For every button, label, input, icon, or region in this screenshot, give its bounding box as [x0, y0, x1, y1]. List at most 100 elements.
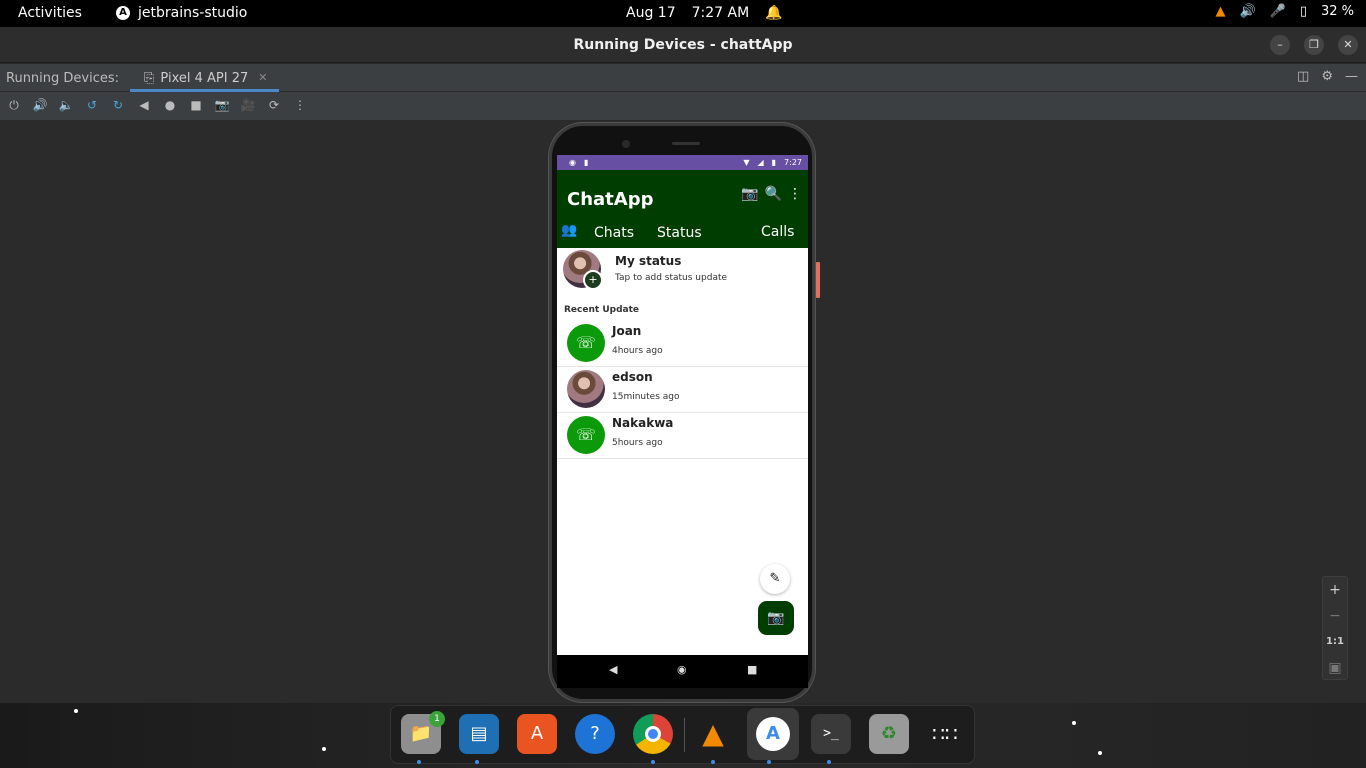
nav-back-icon[interactable]: ◀: [609, 663, 617, 676]
status-item-time: 4hours ago: [612, 346, 663, 356]
pencil-icon: ✎: [769, 571, 781, 586]
status-item-nakakwa[interactable]: ☏ Nakakwa 5hours ago: [557, 413, 808, 459]
android-studio-icon[interactable]: A: [747, 708, 799, 760]
avatar: [567, 370, 605, 408]
chrome-icon[interactable]: [633, 714, 673, 754]
close-window-button[interactable]: ✕: [1338, 35, 1358, 55]
settings-gear-icon[interactable]: ⚙: [1321, 69, 1333, 84]
dock-separator: [684, 718, 685, 752]
files-badge: 1: [429, 711, 445, 727]
hide-panel-icon[interactable]: —: [1345, 69, 1358, 84]
background-star: [74, 709, 78, 713]
overview-icon[interactable]: ■: [188, 98, 204, 120]
help-icon[interactable]: ?: [575, 714, 615, 754]
back-icon[interactable]: ◀: [136, 98, 152, 120]
search-icon[interactable]: 🔍: [765, 186, 782, 202]
camera-icon[interactable]: 📷: [741, 186, 758, 202]
tab-chats[interactable]: Chats: [594, 225, 634, 241]
status-item-name: Joan: [612, 324, 642, 338]
vlc-icon[interactable]: ▲: [693, 714, 733, 754]
add-status-icon[interactable]: +: [583, 270, 603, 290]
wifi-icon: ▼: [743, 158, 750, 167]
terminal-icon[interactable]: >_: [811, 714, 851, 754]
recent-updates-label: Recent Update: [564, 305, 639, 315]
notification-bell-icon: 🔔: [765, 5, 783, 21]
battery-status-icon: ▮: [771, 158, 777, 167]
gnome-top-bar: Activities A jetbrains-studio Aug 17 7:2…: [0, 0, 1366, 27]
dock: 📁 1 ▤ A ? ▲ A >_ ♻ ∷∷: [390, 705, 975, 764]
vlc-tray-icon[interactable]: ▲: [1215, 4, 1225, 19]
speaker-grille: [672, 142, 700, 145]
volume-down-icon[interactable]: 🔈: [58, 98, 74, 120]
whatsapp-icon: ☏: [567, 324, 605, 362]
status-time: 7:27: [784, 158, 802, 167]
volume-icon: 🔊: [1239, 4, 1256, 19]
zoom-out-button[interactable]: −: [1323, 603, 1347, 629]
status-item-time: 5hours ago: [612, 438, 663, 448]
screenshot-icon[interactable]: 📷: [214, 98, 230, 120]
signal-icon: ◢: [757, 158, 764, 167]
android-nav-bar: ◀ ◉ ■: [557, 655, 808, 688]
status-item-joan[interactable]: ☏ Joan 4hours ago: [557, 321, 808, 367]
battery-percent: 32 %: [1320, 4, 1354, 19]
close-tab-icon[interactable]: ✕: [258, 71, 267, 89]
more-options-icon[interactable]: ⋮: [292, 98, 308, 120]
status-item-name: edson: [612, 370, 653, 384]
power-icon[interactable]: ⏻: [6, 98, 22, 120]
microphone-icon: 🎤: [1269, 4, 1286, 19]
phone-side-button[interactable]: [816, 262, 820, 298]
sd-card-icon: ▮: [583, 158, 589, 167]
snapshot-icon[interactable]: ⟳: [266, 98, 282, 120]
fit-screen-icon[interactable]: ▣: [1323, 655, 1347, 681]
device-tab[interactable]: ⎘ Pixel 4 API 27 ✕: [130, 64, 280, 92]
whatsapp-icon: ☏: [567, 416, 605, 454]
camera-fab-button[interactable]: 📷: [758, 601, 794, 635]
screen-record-icon[interactable]: 🎥: [240, 98, 256, 120]
window-title: Running Devices - chattApp: [573, 37, 793, 53]
nav-recents-icon[interactable]: ■: [747, 663, 757, 676]
volume-up-icon[interactable]: 🔊: [32, 98, 48, 120]
zoom-in-button[interactable]: +: [1323, 577, 1347, 603]
actual-size-button[interactable]: 1:1: [1323, 629, 1347, 655]
tab-status[interactable]: Status: [657, 225, 702, 241]
battery-icon: ▯: [1299, 4, 1307, 19]
clock[interactable]: Aug 17 7:27 AM 🔔: [626, 5, 783, 21]
maximize-button[interactable]: ❐: [1304, 35, 1324, 55]
software-store-icon[interactable]: A: [517, 714, 557, 754]
activities-button[interactable]: Activities: [18, 5, 82, 21]
app-title: ChatApp: [567, 189, 654, 210]
my-status-subtitle: Tap to add status update: [615, 273, 728, 283]
layout-icon[interactable]: ◫: [1297, 69, 1309, 84]
app-bar: ChatApp 📷 🔍 ⋮ 👥 Chats Status Calls: [557, 170, 808, 248]
android-studio-icon: A: [116, 6, 130, 20]
status-item-edson[interactable]: edson 15minutes ago: [557, 367, 808, 413]
background-star: [322, 747, 326, 751]
rotate-left-icon[interactable]: ↺: [84, 98, 100, 120]
android-status-bar: ◉ ▮ ▼ ◢ ▮ 7:27: [557, 155, 808, 170]
running-indicator: [767, 760, 771, 764]
trash-icon[interactable]: ♻: [869, 714, 909, 754]
tab-calls[interactable]: Calls: [761, 224, 794, 240]
home-icon[interactable]: ●: [162, 98, 178, 120]
rotate-right-icon[interactable]: ↻: [110, 98, 126, 120]
status-circle-icon: ◉: [569, 158, 576, 167]
running-devices-label: Running Devices:: [6, 71, 120, 86]
overflow-menu-icon[interactable]: ⋮: [788, 186, 802, 202]
window-title-bar: Running Devices - chattApp – ❐ ✕: [0, 27, 1366, 63]
emulator-toolbar: ⏻ 🔊 🔈 ↺ ↻ ◀ ● ■ 📷 🎥 ⟳ ⋮: [0, 92, 1366, 120]
my-status-row[interactable]: + My status Tap to add status update: [557, 248, 808, 296]
running-indicator: [475, 760, 479, 764]
phone-screen[interactable]: ◉ ▮ ▼ ◢ ▮ 7:27 ChatApp 📷 🔍 ⋮ 👥 Chats Sta…: [557, 155, 808, 688]
communities-icon[interactable]: 👥: [561, 223, 577, 238]
app-menu[interactable]: A jetbrains-studio: [116, 5, 247, 21]
system-tray[interactable]: ▲ 🔊 🎤 ▯ 32 %: [1215, 4, 1354, 19]
clock-time: 7:27 AM: [691, 5, 750, 21]
running-indicator: [827, 760, 831, 764]
nav-home-icon[interactable]: ◉: [677, 663, 687, 676]
running-indicator: [651, 760, 655, 764]
app-grid-icon[interactable]: ∷∷: [925, 714, 965, 754]
edit-status-button[interactable]: ✎: [760, 564, 790, 594]
writer-icon[interactable]: ▤: [459, 714, 499, 754]
zoom-controls: + − 1:1 ▣: [1322, 576, 1348, 680]
minimize-button[interactable]: –: [1270, 35, 1290, 55]
